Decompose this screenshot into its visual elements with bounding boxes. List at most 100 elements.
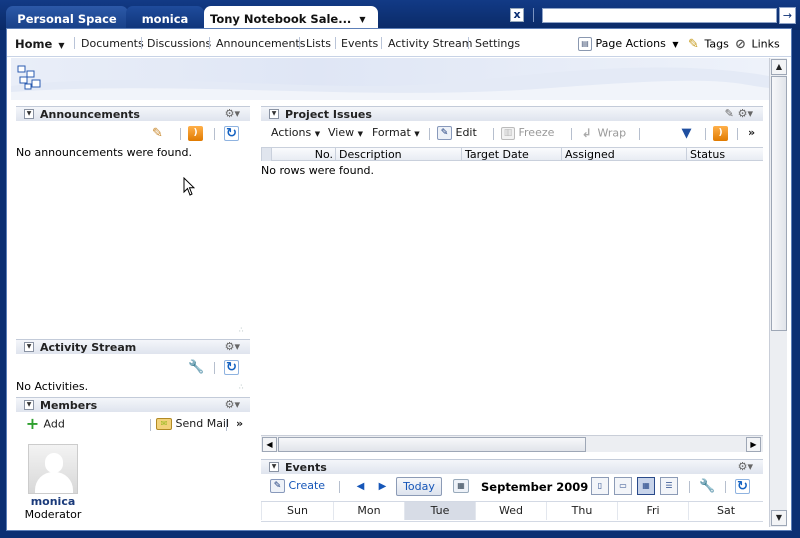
customize-button[interactable]: 🔧 (188, 360, 205, 376)
main-frame: Home ▼ Documents Discussions Announcement… (6, 28, 792, 531)
collapse-chevron-icon[interactable]: ▼ (24, 109, 34, 119)
rss-button[interactable]: ) (713, 126, 728, 142)
chevron-down-icon[interactable]: ▼ (359, 15, 365, 24)
issues-grid-header: No. Description Target Date Assigned Sta… (261, 147, 763, 161)
site-logo-icon (17, 65, 41, 90)
format-menu[interactable]: Format ▼ (372, 126, 420, 142)
column-header[interactable]: Assigned (561, 148, 686, 161)
links-link[interactable]: ⊘ Links (733, 37, 780, 52)
scroll-down-icon[interactable]: ▼ (771, 510, 787, 526)
refresh-button[interactable]: ↻ (735, 479, 750, 495)
day-header: Thu (546, 502, 617, 520)
chevron-down-icon[interactable]: ▼ (58, 41, 64, 50)
collapse-chevron-icon[interactable]: ▼ (269, 109, 279, 119)
scroll-left-icon[interactable]: ◀ (262, 437, 277, 452)
more-button[interactable]: » (748, 126, 755, 142)
week-view-icon[interactable]: ▭ (614, 477, 632, 495)
chevron-down-icon: ▼ (672, 40, 679, 49)
close-icon[interactable]: x (510, 8, 524, 22)
gear-icon[interactable]: ⚙▾ (225, 340, 240, 353)
create-label: Create (288, 479, 326, 492)
freeze-button[interactable]: ▥ Freeze (501, 126, 554, 142)
collapse-chevron-icon[interactable]: ▼ (24, 400, 34, 410)
more-button[interactable]: » (236, 417, 243, 433)
filter-button[interactable]: ▼ (679, 126, 694, 142)
tab-monica[interactable]: monica (126, 6, 204, 30)
scroll-thumb[interactable] (278, 437, 586, 452)
calendar-day-header: Sun Mon Tue Wed Thu Fri Sat (261, 501, 763, 529)
resize-handle-icon[interactable]: ∴ (239, 326, 248, 335)
filter-icon: ▼ (681, 126, 692, 141)
activity-stream-header: ▼ Activity Stream ⚙▾ (16, 339, 250, 354)
gear-icon[interactable]: ⚙▾ (225, 398, 240, 411)
refresh-icon: ↻ (224, 126, 239, 141)
column-header[interactable]: No. (271, 148, 335, 161)
tab-personal-space[interactable]: Personal Space (6, 6, 128, 30)
tab-label: monica (141, 12, 189, 26)
create-event-button[interactable]: ✎ Create (270, 479, 325, 495)
scroll-up-icon[interactable]: ▲ (771, 59, 787, 75)
rss-button[interactable]: ) (188, 126, 203, 142)
nav-discussions[interactable]: Discussions (147, 37, 211, 50)
nav-settings[interactable]: Settings (475, 37, 520, 50)
member-card[interactable]: monica Moderator (16, 444, 96, 524)
divider (214, 362, 215, 374)
refresh-button[interactable]: ↻ (224, 126, 239, 142)
list-view-icon[interactable]: ☰ (660, 477, 678, 495)
collapse-chevron-icon[interactable]: ▼ (24, 342, 34, 352)
next-month-button[interactable]: ▶ (375, 479, 390, 495)
rss-icon: ) (188, 126, 203, 141)
tab-tony-notebook-sales[interactable]: Tony Notebook Sale... ▼ (204, 6, 378, 30)
actions-menu[interactable]: Actions ▼ (271, 126, 320, 142)
events-header: ▼ Events ⚙▾ (261, 459, 763, 474)
today-button[interactable]: Today (396, 477, 442, 496)
day-view-icon[interactable]: ▯ (591, 477, 609, 495)
gear-icon[interactable]: ⚙▾ (738, 460, 753, 473)
refresh-button[interactable]: ↻ (224, 360, 239, 376)
nav-activity-stream[interactable]: Activity Stream (388, 37, 472, 50)
month-view-icon[interactable]: ▦ (637, 477, 655, 495)
row-selector-header (261, 148, 271, 161)
edit-button[interactable]: ✎ Edit (437, 126, 477, 142)
previous-month-button[interactable]: ◀ (353, 479, 368, 495)
send-mail-button[interactable]: ✉ Send Mail (156, 417, 229, 433)
member-name[interactable]: monica (16, 495, 90, 508)
nav-lists[interactable]: Lists (306, 37, 331, 50)
nav-home[interactable]: Home ▼ (15, 37, 64, 51)
scroll-thumb[interactable] (771, 76, 787, 331)
tags-link[interactable]: ✎ Tags (686, 37, 729, 52)
freeze-label: Freeze (518, 126, 555, 139)
divider (214, 128, 215, 140)
divider (533, 8, 534, 22)
wrap-button[interactable]: ↲ Wrap (579, 126, 626, 142)
gear-icon[interactable]: ⚙▾ (225, 107, 240, 120)
mouse-cursor-icon (183, 177, 195, 196)
gear-icon[interactable]: ✎ ⚙▾ (725, 107, 753, 120)
site-banner (11, 58, 769, 100)
nav-announcements[interactable]: Announcements (216, 37, 305, 50)
chevron-down-icon: ▼ (357, 130, 363, 138)
new-announcement-button[interactable]: ✎ (150, 126, 165, 142)
nav-home-label: Home (15, 37, 53, 51)
page-vertical-scrollbar[interactable]: ▲ ▼ (769, 58, 787, 527)
nav-documents[interactable]: Documents (81, 37, 144, 50)
page-actions-menu[interactable]: ▤ Page Actions ▼ (578, 37, 678, 51)
column-header[interactable]: Description (335, 148, 461, 161)
customize-button[interactable]: 🔧 (699, 479, 715, 495)
nav-events[interactable]: Events (341, 37, 378, 50)
add-member-button[interactable]: + Add (25, 416, 65, 433)
scroll-right-icon[interactable]: ▶ (746, 437, 761, 452)
column-header[interactable]: Status (686, 148, 763, 161)
arrow-right-icon[interactable]: → (779, 7, 796, 24)
view-menu[interactable]: View ▼ (328, 126, 363, 142)
column-header[interactable]: Target Date (461, 148, 561, 161)
search-input[interactable] (542, 8, 777, 23)
go-to-date-button[interactable]: ▦ (453, 479, 469, 495)
issues-horizontal-scrollbar[interactable]: ◀ ▶ (261, 435, 763, 452)
avatar[interactable] (28, 444, 78, 494)
wrench-icon: 🔧 (188, 360, 205, 375)
collapse-chevron-icon[interactable]: ▼ (269, 462, 279, 472)
resize-handle-icon[interactable]: ∴ (239, 383, 248, 392)
banner-wave-graphic (11, 67, 769, 100)
view-label: View (328, 126, 355, 139)
